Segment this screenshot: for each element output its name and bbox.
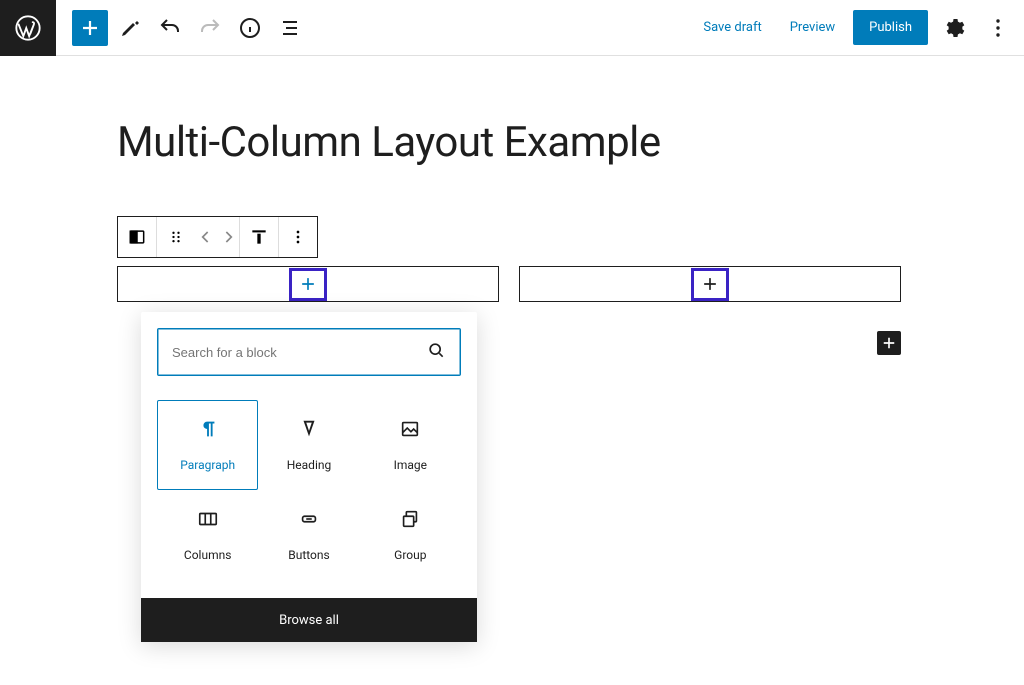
block-label: Heading: [287, 458, 332, 472]
block-label: Buttons: [288, 548, 330, 562]
document-info-button[interactable]: [232, 10, 268, 46]
search-icon: [426, 340, 446, 364]
block-more-options[interactable]: [279, 217, 317, 257]
move-left-button[interactable]: [195, 217, 217, 257]
block-item-columns[interactable]: Columns: [157, 490, 258, 580]
toolbar-left: [56, 10, 308, 46]
block-type-button[interactable]: [118, 217, 156, 257]
buttons-icon: [298, 508, 320, 534]
align-button[interactable]: [240, 217, 278, 257]
column-2-add-block[interactable]: [691, 268, 729, 301]
block-search-input[interactable]: [172, 345, 416, 360]
preview-button[interactable]: Preview: [780, 12, 845, 43]
block-label: Image: [394, 458, 427, 472]
block-label: Columns: [184, 548, 232, 562]
drag-handle[interactable]: [157, 217, 195, 257]
column-2[interactable]: [519, 266, 901, 302]
toolbar-right: Save draft Preview Publish: [693, 10, 1016, 46]
wordpress-logo[interactable]: [0, 0, 56, 56]
block-item-buttons[interactable]: Buttons: [258, 490, 359, 580]
paragraph-icon: [197, 418, 219, 444]
image-icon: [399, 418, 421, 444]
group-icon: [399, 508, 421, 534]
block-label: Group: [394, 548, 426, 562]
block-label: Paragraph: [180, 458, 235, 472]
browse-all-button[interactable]: Browse all: [141, 598, 477, 642]
publish-button[interactable]: Publish: [853, 10, 928, 45]
post-title[interactable]: Multi-Column Layout Example: [117, 118, 661, 167]
settings-button[interactable]: [936, 10, 972, 46]
block-item-image[interactable]: Image: [360, 400, 461, 490]
columns-icon: [197, 508, 219, 534]
block-inserter-toggle[interactable]: [72, 10, 108, 46]
move-right-button[interactable]: [217, 217, 239, 257]
heading-icon: [298, 418, 320, 444]
block-item-group[interactable]: Group: [360, 490, 461, 580]
block-list: Paragraph Heading Image Columns Buttons …: [141, 392, 477, 598]
block-item-heading[interactable]: Heading: [258, 400, 359, 490]
block-search[interactable]: [157, 328, 461, 376]
editor-topbar: Save draft Preview Publish: [0, 0, 1024, 56]
column-1-add-block[interactable]: [289, 268, 327, 301]
redo-button[interactable]: [192, 10, 228, 46]
column-1[interactable]: [117, 266, 499, 302]
editor-canvas: Multi-Column Layout Example: [0, 56, 1024, 110]
block-inserter-popover: Paragraph Heading Image Columns Buttons …: [141, 312, 477, 642]
block-item-paragraph[interactable]: Paragraph: [157, 400, 258, 490]
save-draft-button[interactable]: Save draft: [693, 12, 771, 43]
outline-button[interactable]: [272, 10, 308, 46]
more-options-button[interactable]: [980, 10, 1016, 46]
block-appender[interactable]: [877, 331, 901, 355]
columns-block: [117, 266, 901, 302]
tools-toggle[interactable]: [112, 10, 148, 46]
block-toolbar: [117, 216, 318, 258]
undo-button[interactable]: [152, 10, 188, 46]
